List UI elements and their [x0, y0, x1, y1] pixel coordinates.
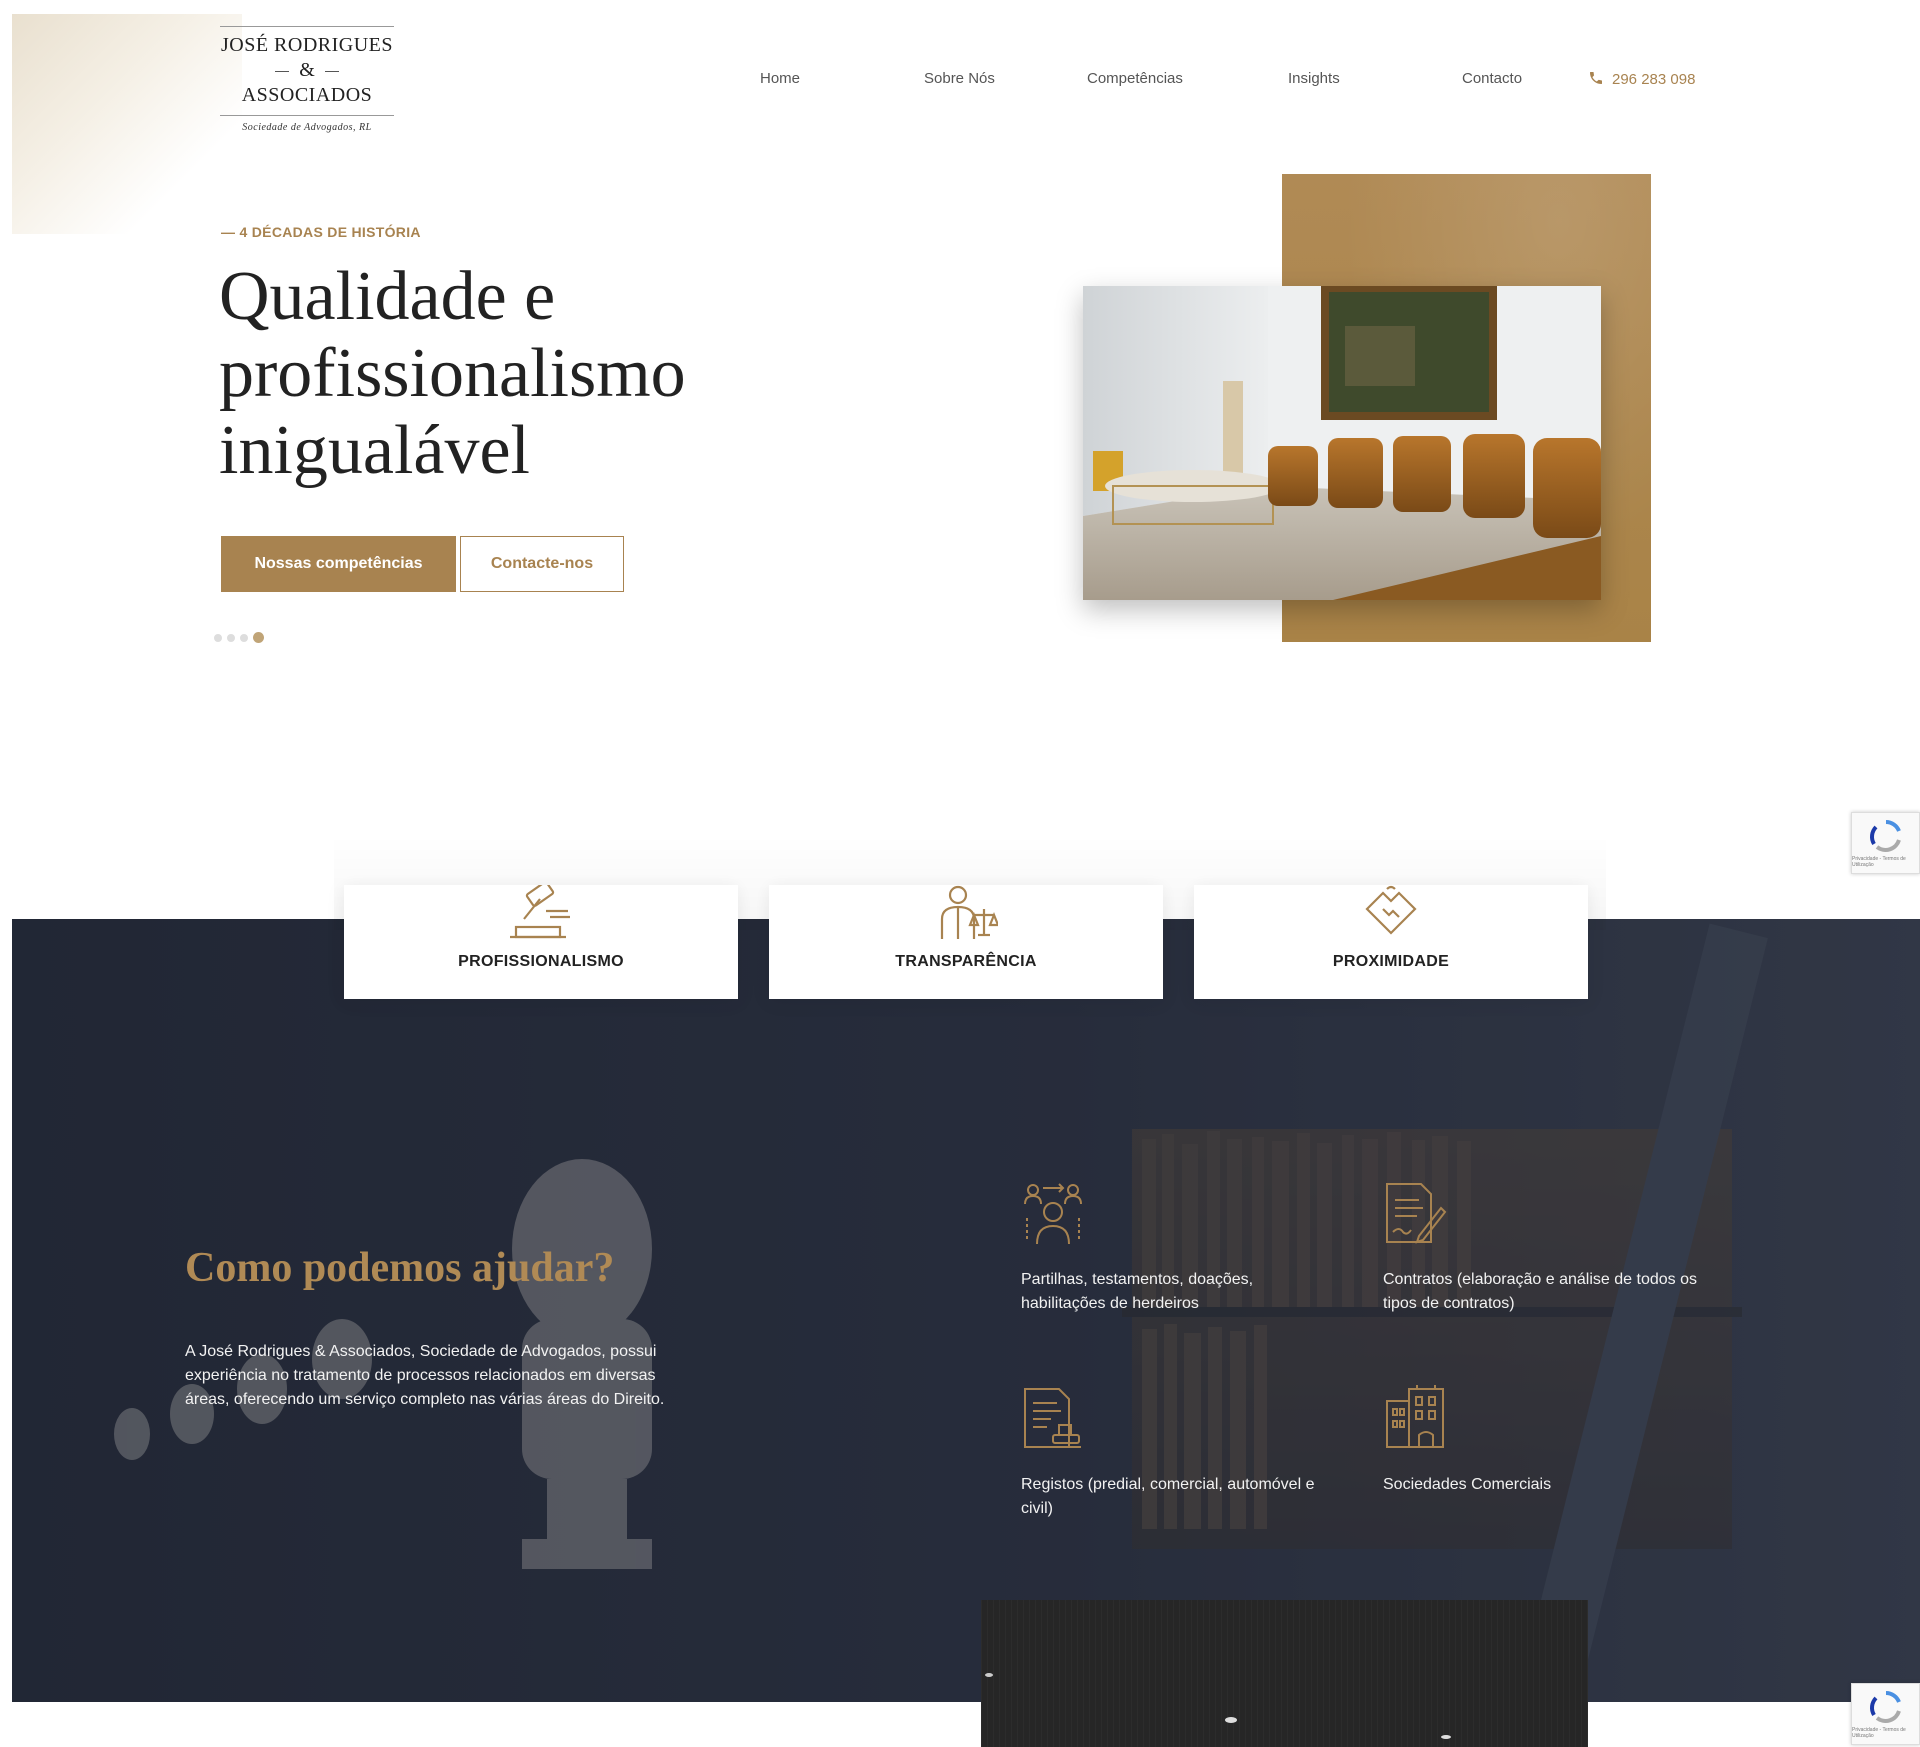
recaptcha-badge[interactable]: Privacidade - Termos de Utilização — [1851, 812, 1920, 874]
help-description: A José Rodrigues & Associados, Sociedade… — [185, 1343, 665, 1408]
service-label: Registos (predial, comercial, automóvel … — [1021, 1476, 1315, 1517]
nav-sobre-nos[interactable]: Sobre Nós — [924, 70, 995, 87]
help-title: Como podemos ajudar? — [185, 1245, 615, 1291]
logo[interactable]: JOSÉ RODRIGUES & ASSOCIADOS Sociedade de… — [218, 26, 396, 133]
service-label: Partilhas, testamentos, doações, habilit… — [1021, 1271, 1254, 1312]
slider-dot-1[interactable] — [214, 633, 222, 642]
value-label: PROFISSIONALISMO — [458, 953, 624, 970]
service-label: Contratos (elaboração e análise de todos… — [1383, 1271, 1697, 1312]
logo-line-1: JOSÉ RODRIGUES — [220, 34, 394, 56]
recaptcha-text: Privacidade - Termos de Utilização — [1852, 856, 1906, 868]
slider-dots — [214, 632, 264, 643]
value-label: TRANSPARÊNCIA — [895, 953, 1037, 970]
nossas-competencias-button[interactable]: Nossas competências — [221, 536, 456, 592]
recaptcha-icon — [1869, 820, 1901, 852]
value-card-transparencia: TRANSPARÊNCIA — [769, 885, 1163, 999]
nav-competencias[interactable]: Competências — [1087, 70, 1183, 87]
logo-rule-top — [220, 26, 394, 27]
value-card-profissionalismo: PROFISSIONALISMO — [344, 885, 738, 999]
video-thumbnail[interactable] — [981, 1600, 1588, 1747]
hero-eyebrow: — 4 DÉCADAS DE HISTÓRIA — [221, 224, 421, 240]
service-sociedades[interactable]: Sociedades Comerciais — [1383, 1385, 1703, 1497]
logo-ampersand: & — [299, 59, 315, 81]
logo-tagline: Sociedade de Advogados, RL — [242, 122, 372, 133]
lawyer-scales-icon — [940, 885, 998, 939]
service-partilhas[interactable]: Partilhas, testamentos, doações, habilit… — [1021, 1180, 1341, 1316]
service-contratos[interactable]: Contratos (elaboração e análise de todos… — [1383, 1180, 1703, 1316]
hero-title: Qualidade e profissionalismo inigualável — [219, 258, 779, 489]
phone-number: 296 283 098 — [1612, 71, 1696, 88]
slider-dot-2[interactable] — [227, 633, 235, 642]
hero-office-photo — [1083, 286, 1601, 600]
slider-dot-3[interactable] — [240, 633, 248, 642]
phone-link[interactable]: 296 283 098 — [1588, 70, 1695, 88]
slider-dot-4[interactable] — [253, 632, 264, 643]
hero-title-line-2: profissionalismo — [219, 335, 686, 412]
recaptcha-text: Privacidade - Termos de Utilização — [1852, 1727, 1906, 1739]
recaptcha-icon — [1869, 1691, 1901, 1723]
phone-icon — [1590, 72, 1602, 84]
hero-title-line-3: inigualável — [219, 412, 531, 489]
logo-line-3: ASSOCIADOS — [241, 84, 373, 106]
value-card-proximidade: PROXIMIDADE — [1194, 885, 1588, 999]
service-label: Sociedades Comerciais — [1383, 1476, 1552, 1493]
hero-title-line-1: Qualidade e — [219, 258, 556, 335]
handshake-icon — [1365, 885, 1417, 935]
recaptcha-badge-bottom[interactable]: Privacidade - Termos de Utilização — [1851, 1683, 1920, 1745]
service-registos[interactable]: Registos (predial, comercial, automóvel … — [1021, 1385, 1341, 1521]
contacte-nos-button[interactable]: Contacte-nos — [460, 536, 624, 592]
inheritance-icon — [1024, 1183, 1082, 1245]
nav-contacto[interactable]: Contacto — [1462, 70, 1522, 87]
logo-rule-bottom — [220, 115, 394, 116]
nav-home[interactable]: Home — [760, 70, 800, 87]
buildings-icon — [1386, 1385, 1444, 1448]
contract-icon — [1386, 1183, 1447, 1244]
value-label: PROXIMIDADE — [1332, 953, 1450, 970]
corner-gradient — [12, 14, 242, 234]
logo-line-2: & — [218, 57, 396, 83]
gavel-icon — [510, 885, 570, 939]
nav-insights[interactable]: Insights — [1288, 70, 1340, 87]
registry-stamp-icon — [1024, 1388, 1081, 1448]
